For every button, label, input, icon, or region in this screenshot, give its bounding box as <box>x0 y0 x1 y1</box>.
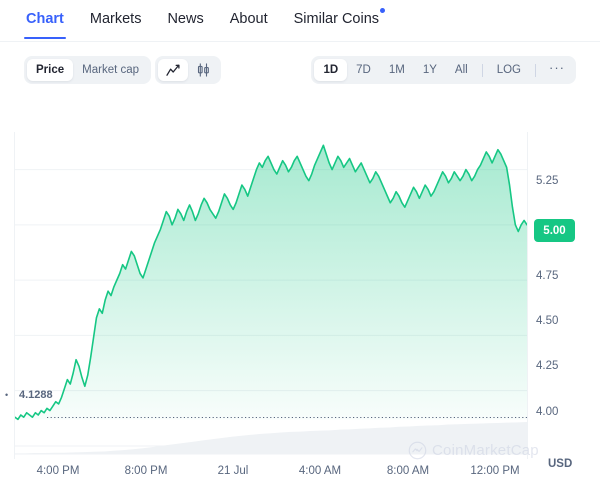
new-badge-dot-icon <box>380 8 386 13</box>
line-chart-glyph <box>165 64 180 76</box>
metric-segmented-control: Price Market cap <box>24 56 152 84</box>
coinmarketcap-watermark-text: CoinMarketCap <box>432 442 539 459</box>
plot-area: • 4.1288 CoinMarketCap <box>5 132 539 460</box>
range-option-7d[interactable]: 7D <box>347 59 380 81</box>
x-tick-label-5: 12:00 PM <box>470 465 520 477</box>
current-price-badge: 5.00 <box>534 219 575 242</box>
y-tick-label-4: 4.25 <box>536 360 559 372</box>
x-tick-label-3: 4:00 AM <box>298 465 342 477</box>
tab-news[interactable]: News <box>167 0 203 39</box>
y-tick-label-0: 5.25 <box>536 175 559 187</box>
candlestick-chart-icon[interactable] <box>188 59 218 81</box>
chart-canvas <box>15 144 527 455</box>
y-axis: 5.25 5.00 4.75 4.50 4.25 4.00 <box>534 98 600 500</box>
price-chart[interactable]: • 4.1288 CoinMarketCap 5.25 5.00 4.75 4.… <box>0 98 600 500</box>
tab-news-label: News <box>167 11 204 27</box>
y-tick-label-5: 4.00 <box>536 406 559 418</box>
price-area-fill <box>15 145 527 420</box>
range-option-1d[interactable]: 1D <box>314 59 348 81</box>
tab-similar-coins-label: Similar Coins <box>293 11 380 27</box>
more-options-button[interactable]: ··· <box>541 59 573 81</box>
range-option-1m[interactable]: 1M <box>380 59 414 81</box>
tab-about-label: About <box>229 11 268 27</box>
log-scale-toggle[interactable]: LOG <box>488 59 530 81</box>
top-tab-bar: Chart Markets News About Similar Coins <box>0 0 600 42</box>
range-option-all[interactable]: All <box>446 59 477 81</box>
toolbar-divider-1 <box>481 63 483 77</box>
reference-marker-icon: • <box>5 390 9 400</box>
tab-similar-coins[interactable]: Similar Coins <box>293 0 386 39</box>
x-tick-label-1: 8:00 PM <box>124 465 168 477</box>
coinmarketcap-logo-icon <box>408 441 427 460</box>
chart-type-segmented-control <box>155 56 221 84</box>
y-tick-label-2: 4.75 <box>536 270 559 282</box>
tab-chart[interactable]: Chart <box>24 0 66 39</box>
y-tick-label-3: 4.50 <box>536 315 559 327</box>
x-tick-label-2: 21 Jul <box>217 465 249 477</box>
tab-chart-label: Chart <box>26 11 64 27</box>
reference-price-label: 4.1288 <box>19 389 53 401</box>
x-tick-label-0: 4:00 PM <box>36 465 80 477</box>
chart-toolbar: Price Market cap 1D 7D 1M 1Y All LOG ··· <box>0 42 600 98</box>
tab-list: Chart Markets News About Similar Coins <box>0 0 600 41</box>
metric-option-price[interactable]: Price <box>27 59 74 81</box>
toolbar-divider-2 <box>535 63 536 77</box>
metric-option-market-cap[interactable]: Market cap <box>73 59 148 81</box>
range-option-1y[interactable]: 1Y <box>414 59 446 81</box>
tab-markets[interactable]: Markets <box>90 0 142 39</box>
tab-markets-label: Markets <box>89 11 142 27</box>
coinmarketcap-watermark: CoinMarketCap <box>408 441 539 460</box>
candlestick-glyph <box>197 63 209 77</box>
line-chart-icon[interactable] <box>158 59 188 81</box>
x-tick-label-4: 8:00 AM <box>386 465 430 477</box>
x-axis: 4:00 PM 8:00 PM 21 Jul 4:00 AM 8:00 AM 1… <box>0 465 600 486</box>
time-range-segmented-control: 1D 7D 1M 1Y All LOG ··· <box>311 56 576 84</box>
tab-about[interactable]: About <box>230 0 268 39</box>
